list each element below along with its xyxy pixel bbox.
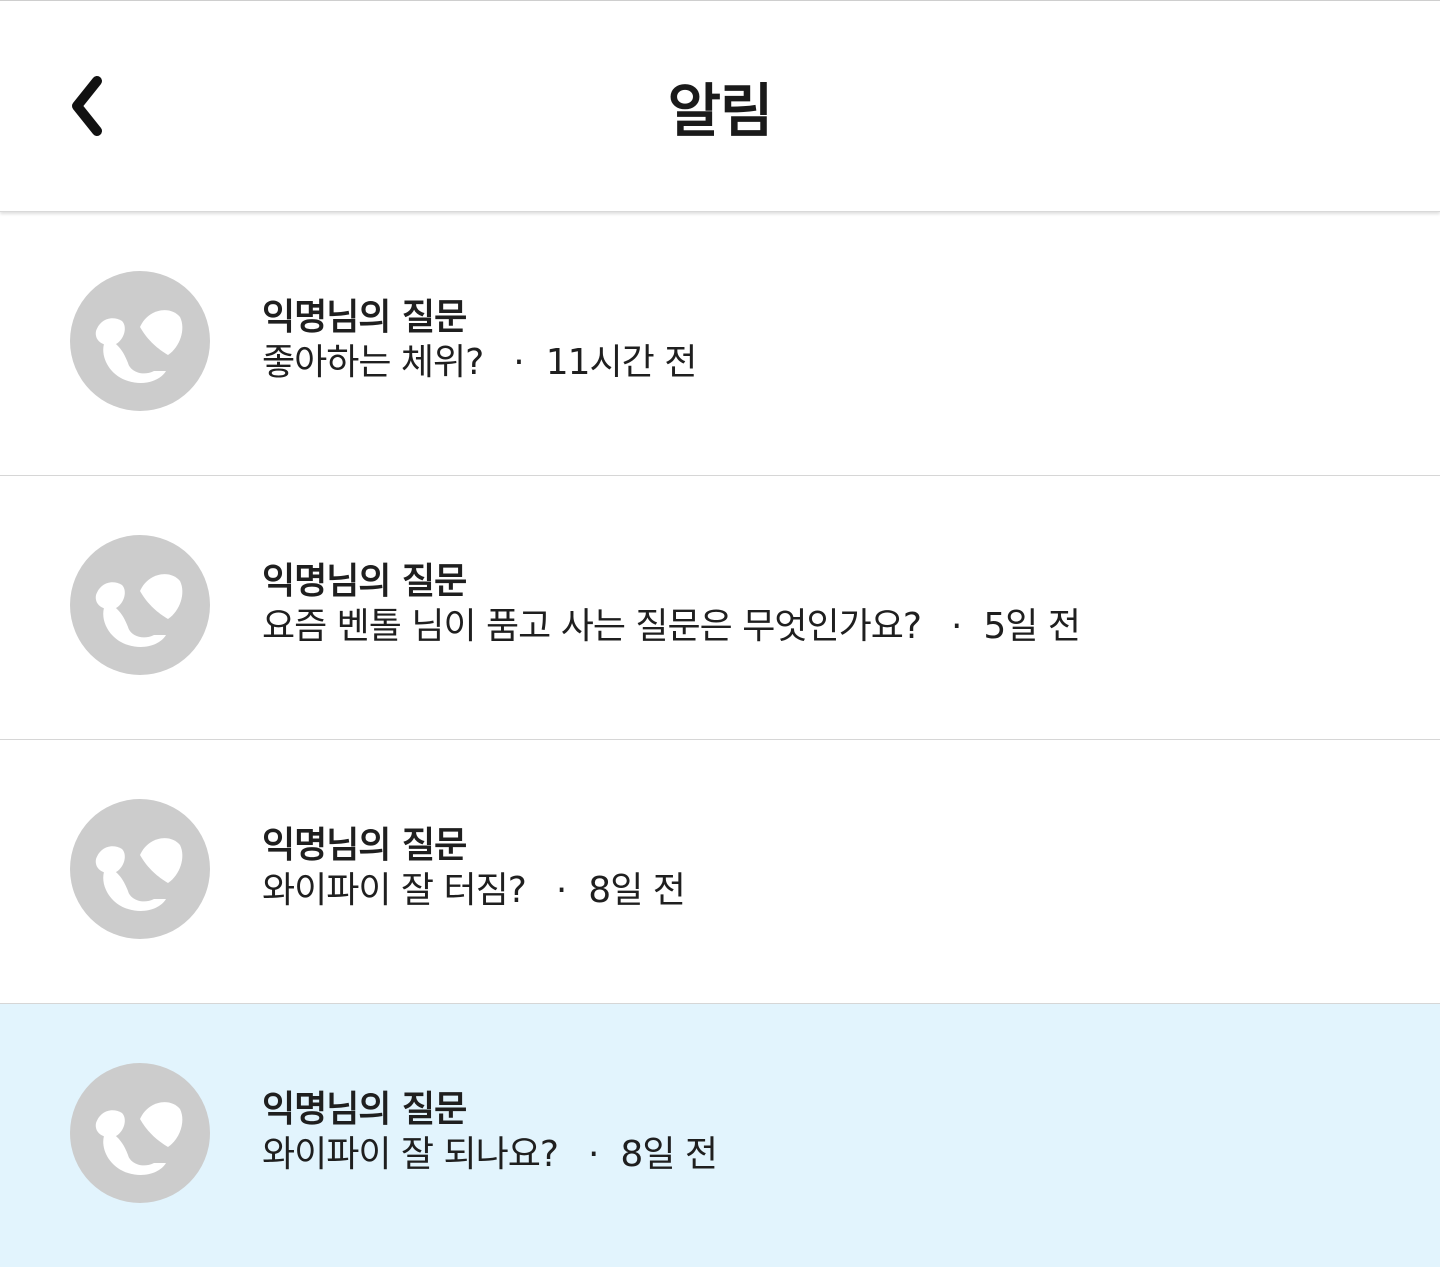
timestamp: 5일 전 [983,606,1081,647]
back-button[interactable] [44,56,134,156]
question-text: 와이파이 잘 되나요? [262,1134,559,1175]
separator-dot: · [587,1134,599,1175]
notification-title: 익명님의 질문 [262,825,467,866]
separator-dot: · [950,606,962,647]
anonymous-avatar-icon [70,1063,210,1203]
notification-title: 익명님의 질문 [262,1089,467,1130]
notification-text: 익명님의 질문 요즘 벤톨 님이 품고 사는 질문은 무엇인가요? · 5일 전 [262,560,1081,650]
notification-subtitle: 좋아하는 체위? · 11시간 전 [262,340,698,386]
anonymous-avatar-icon [70,799,210,939]
timestamp: 11시간 전 [545,342,698,383]
notification-subtitle: 와이파이 잘 터짐? · 8일 전 [262,868,686,914]
notification-item[interactable]: 익명님의 질문 와이파이 잘 터짐? · 8일 전 [0,740,1440,1004]
notification-title: 익명님의 질문 [262,297,467,338]
timestamp: 8일 전 [620,1134,718,1175]
question-text: 와이파이 잘 터짐? [262,870,527,911]
timestamp: 8일 전 [588,870,686,911]
question-text: 좋아하는 체위? [262,342,484,383]
notification-item-unread[interactable]: 익명님의 질문 와이파이 잘 되나요? · 8일 전 [0,1004,1440,1267]
notification-item[interactable]: 익명님의 질문 좋아하는 체위? · 11시간 전 [0,212,1440,476]
notification-subtitle: 요즘 벤톨 님이 품고 사는 질문은 무엇인가요? · 5일 전 [262,604,1081,650]
page-title: 알림 [667,77,774,145]
notification-text: 익명님의 질문 와이파이 잘 되나요? · 8일 전 [262,1088,718,1178]
notification-text: 익명님의 질문 와이파이 잘 터짐? · 8일 전 [262,824,686,914]
notification-text: 익명님의 질문 좋아하는 체위? · 11시간 전 [262,296,698,386]
anonymous-avatar-icon [70,535,210,675]
separator-dot: · [555,870,567,911]
question-text: 요즘 벤톨 님이 품고 사는 질문은 무엇인가요? [262,606,922,647]
notification-item[interactable]: 익명님의 질문 요즘 벤톨 님이 품고 사는 질문은 무엇인가요? · 5일 전 [0,476,1440,740]
notification-list: 익명님의 질문 좋아하는 체위? · 11시간 전 익명님의 질문 요즘 벤톨 님이… [0,212,1440,1267]
notification-subtitle: 와이파이 잘 되나요? · 8일 전 [262,1132,718,1178]
separator-dot: · [513,342,524,383]
chevron-left-icon [72,76,102,136]
anonymous-avatar-icon [70,271,210,411]
notification-title: 익명님의 질문 [262,561,467,602]
app-header: 알림 [0,1,1440,212]
